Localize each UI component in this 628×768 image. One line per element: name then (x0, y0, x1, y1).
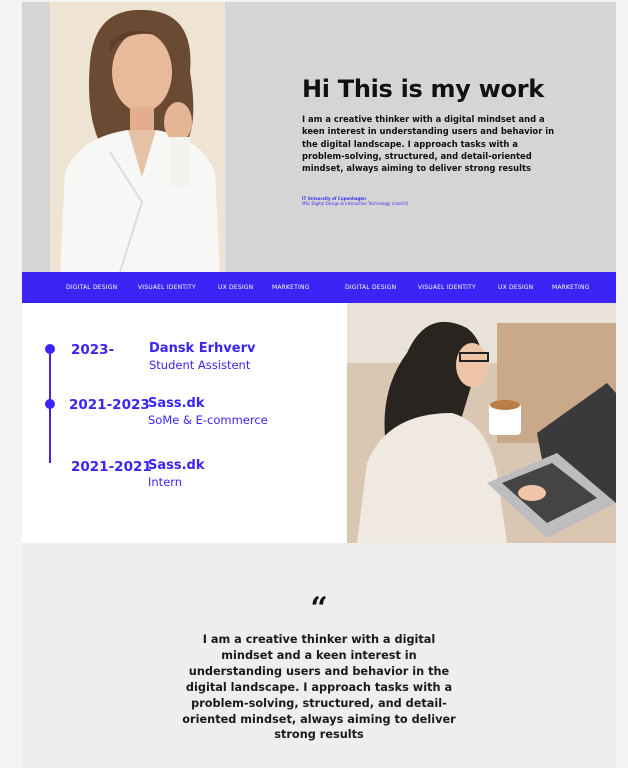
timeline-dot (45, 344, 55, 354)
experience-timeline: 2023- Dansk Erhverv Student Assistent 20… (22, 303, 347, 543)
nav-item-ux-design[interactable]: UX DESIGN (218, 272, 253, 303)
hero-title: Hi This is my work (302, 75, 544, 103)
hero-section: Hi This is my work I am a creative think… (22, 2, 616, 272)
nav-item-visuael-identity[interactable]: VISUAEL IDENTITY (138, 272, 196, 303)
timeline-role: Intern (148, 475, 183, 489)
timeline-company: Sass.dk (148, 396, 205, 411)
nav-item-digital-design-2[interactable]: DIGITAL DESIGN (345, 272, 396, 303)
nav-item-marketing-2[interactable]: MARKETING (552, 272, 590, 303)
timeline-year: 2021-2021 (71, 459, 152, 475)
laptop-photo (347, 303, 616, 543)
timeline-year: 2021-2023 (69, 397, 150, 413)
hero-text-block: Hi This is my work I am a creative think… (302, 75, 557, 206)
quote-mark-icon: “ (310, 591, 328, 626)
timeline-company: Sass.dk (148, 458, 205, 473)
nav-item-ux-design-2[interactable]: UX DESIGN (498, 272, 533, 303)
portfolio-page: Hi This is my work I am a creative think… (22, 2, 616, 768)
timeline-dot (45, 399, 55, 409)
timeline-company: Dansk Erhverv (149, 341, 256, 356)
education-info: IT University of Copenhagen MSc Digital … (302, 196, 557, 206)
hero-intro: I am a creative thinker with a digital m… (302, 114, 555, 174)
quote-text: I am a creative thinker with a digital m… (182, 633, 456, 742)
quote-section: “ I am a creative thinker with a digital… (22, 543, 616, 768)
skills-band: DIGITAL DESIGN VISUAEL IDENTITY UX DESIG… (22, 272, 616, 303)
timeline-role: Student Assistent (149, 358, 251, 372)
nav-item-marketing[interactable]: MARKETING (272, 272, 310, 303)
portrait-photo (50, 2, 225, 272)
education-degree: MSc Digital Design & Interactive Technol… (302, 201, 409, 207)
timeline-role: SoMe & E-commerce (148, 413, 268, 427)
nav-item-digital-design[interactable]: DIGITAL DESIGN (66, 272, 117, 303)
nav-item-visuael-identity-2[interactable]: VISUAEL IDENTITY (418, 272, 476, 303)
timeline-year: 2023- (71, 342, 115, 358)
